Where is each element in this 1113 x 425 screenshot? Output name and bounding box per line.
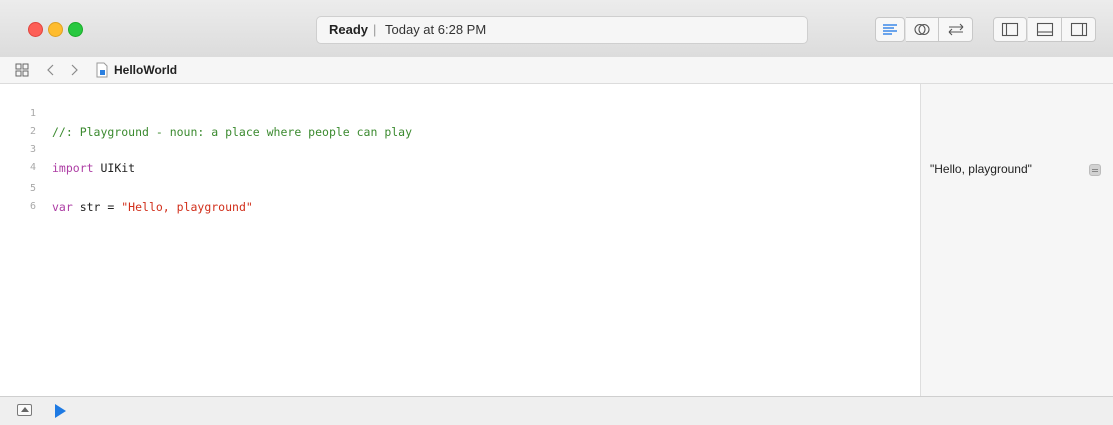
code-keyword: var [52, 200, 73, 214]
code-line: 3 import UIKit [0, 123, 920, 175]
file-name-label: HelloWorld [114, 63, 178, 77]
activity-status-display: Ready | Today at 6:28 PM [316, 16, 808, 44]
debug-area-button[interactable] [1028, 17, 1062, 42]
debug-area-icon [1036, 22, 1053, 37]
code-text: str = [72, 200, 122, 214]
code-string-literal: "Hello, playground" [121, 200, 253, 214]
utilities-panel-button[interactable] [1062, 17, 1096, 42]
minimize-window-button[interactable] [48, 22, 63, 37]
title-bar: Ready | Today at 6:28 PM [0, 0, 1113, 58]
standard-editor-icon [883, 24, 897, 35]
forward-chevron-icon [71, 64, 78, 76]
assistant-editor-button[interactable] [906, 17, 939, 42]
code-line: 1 //: Playground - noun: a place where p… [0, 87, 920, 139]
result-value: "Hello, playground" [930, 162, 1032, 176]
status-separator: | [373, 22, 377, 37]
status-text: Ready [329, 22, 369, 37]
line-number: 6 [29, 201, 36, 212]
standard-editor-button[interactable] [875, 17, 905, 42]
xcode-playground-window: Ready | Today at 6:28 PM HelloWorld 1 //… [0, 0, 1113, 425]
jump-bar: HelloWorld [0, 57, 1113, 84]
back-button[interactable] [46, 57, 56, 83]
utilities-panel-icon [1070, 22, 1087, 37]
bottom-bar [0, 396, 1113, 425]
quick-look-result-button[interactable] [1089, 164, 1101, 176]
status-timestamp: Today at 6:28 PM [385, 22, 487, 37]
version-editor-button[interactable] [939, 17, 973, 42]
source-editor[interactable]: 1 //: Playground - noun: a place where p… [0, 84, 920, 396]
code-line: 6 [0, 180, 920, 212]
related-items-grid-icon [15, 63, 29, 77]
version-editor-icon [948, 23, 963, 36]
code-line: 4 [0, 141, 920, 173]
run-play-icon[interactable] [55, 404, 66, 418]
fullscreen-window-button[interactable] [68, 22, 83, 37]
results-sidebar: "Hello, playground" [920, 84, 1113, 396]
close-window-button[interactable] [28, 22, 43, 37]
navigator-panel-button[interactable] [993, 17, 1027, 42]
playground-file-icon [96, 62, 108, 78]
forward-button[interactable] [69, 57, 79, 83]
navigator-panel-icon [1001, 22, 1019, 37]
code-line: 5 var str = "Hello, playground" [0, 162, 920, 214]
debug-area-toggle-icon[interactable] [17, 404, 32, 416]
breadcrumb-helloworld[interactable]: HelloWorld [95, 57, 177, 83]
related-items-button[interactable] [15, 57, 29, 83]
code-line: 2 [0, 105, 920, 137]
assistant-editor-icon [914, 23, 930, 36]
back-chevron-icon [47, 64, 54, 76]
